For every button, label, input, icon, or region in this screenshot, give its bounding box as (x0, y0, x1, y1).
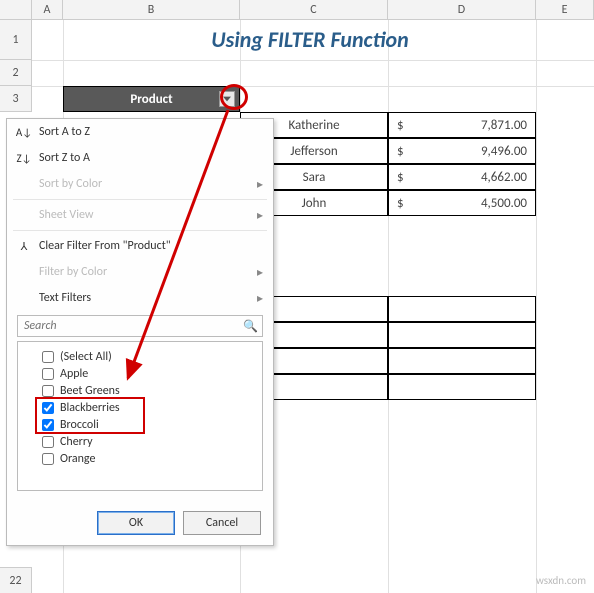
tree-label: Apple (60, 367, 88, 381)
col-header-d[interactable]: D (388, 0, 536, 20)
checkbox[interactable] (42, 453, 54, 465)
col-header-e[interactable]: E (536, 0, 594, 20)
menu-sort-za[interactable]: Z↓ Sort Z to A (7, 145, 273, 171)
tree-label: (Select All) (60, 350, 112, 364)
menu-label: Sort A to Z (39, 125, 263, 139)
col-header-b[interactable]: B (63, 0, 240, 20)
amount: 4,500.00 (481, 196, 527, 211)
menu-text-filters[interactable]: Text Filters ▸ (7, 285, 273, 311)
page-title: Using FILTER Function (150, 24, 470, 54)
result-cell[interactable] (388, 296, 536, 322)
cell-sales[interactable]: $4,500.00 (388, 190, 536, 216)
annotation-circle (220, 84, 248, 110)
row-header-22[interactable]: 22 (0, 567, 32, 593)
menu-label: Sort by Color (39, 177, 249, 191)
cell-sales[interactable]: $9,496.00 (388, 138, 536, 164)
tree-item-apple[interactable]: Apple (22, 365, 258, 382)
col-header-c[interactable]: C (240, 0, 388, 20)
currency: $ (397, 170, 404, 185)
result-cell[interactable] (388, 322, 536, 348)
ok-button[interactable]: OK (97, 511, 175, 535)
header-product: Product (63, 86, 240, 112)
chevron-right-icon: ▸ (257, 177, 263, 192)
currency: $ (397, 144, 404, 159)
filter-menu: A↓ Sort A to Z Z↓ Sort Z to A Sort by Co… (6, 118, 274, 546)
search-icon: 🔍 (243, 319, 258, 334)
chevron-right-icon: ▸ (257, 291, 263, 306)
sort-az-icon: A↓ (17, 126, 31, 139)
tree-item-cherry[interactable]: Cherry (22, 433, 258, 450)
tree-item-orange[interactable]: Orange (22, 450, 258, 467)
search-input[interactable] (22, 318, 243, 334)
menu-label: Clear Filter From "Product" (39, 239, 263, 253)
filter-item-tree[interactable]: (Select All) Apple Beet Greens Blackberr… (17, 341, 263, 491)
row-header-3[interactable]: 3 (0, 86, 32, 112)
currency: $ (397, 118, 404, 133)
row-header-2[interactable]: 2 (0, 60, 32, 86)
checkbox[interactable] (42, 368, 54, 380)
menu-label: Sheet View (39, 208, 249, 222)
menu-label: Filter by Color (39, 265, 249, 279)
tree-label: Beet Greens (60, 384, 120, 398)
checkbox[interactable] (42, 385, 54, 397)
select-all-corner[interactable] (0, 0, 32, 20)
row-header-1[interactable]: 1 (0, 20, 32, 60)
tree-item-selectall[interactable]: (Select All) (22, 348, 258, 365)
tree-label: Orange (60, 452, 95, 466)
menu-label: Text Filters (39, 291, 249, 305)
menu-label: Sort Z to A (39, 151, 263, 165)
currency: $ (397, 196, 404, 211)
cell-sales[interactable]: $7,871.00 (388, 112, 536, 138)
cell-sales[interactable]: $4,662.00 (388, 164, 536, 190)
annotation-red-box (35, 397, 145, 434)
amount: 7,871.00 (481, 118, 527, 133)
menu-clear-filter[interactable]: ⅄ Clear Filter From "Product" (7, 233, 273, 259)
watermark: wsxdn.com (536, 574, 586, 587)
result-cell[interactable] (388, 348, 536, 374)
checkbox[interactable] (42, 436, 54, 448)
menu-sort-color: Sort by Color ▸ (7, 171, 273, 197)
amount: 9,496.00 (481, 144, 527, 159)
amount: 4,662.00 (481, 170, 527, 185)
chevron-right-icon: ▸ (257, 265, 263, 280)
header-label: Product (130, 92, 172, 107)
menu-filter-color: Filter by Color ▸ (7, 259, 273, 285)
cancel-button[interactable]: Cancel (183, 511, 261, 535)
filter-search[interactable]: 🔍 (17, 315, 263, 337)
checkbox[interactable] (42, 351, 54, 363)
result-cell[interactable] (388, 374, 536, 400)
menu-sort-az[interactable]: A↓ Sort A to Z (7, 119, 273, 145)
menu-sheet-view: Sheet View ▸ (7, 202, 273, 228)
col-header-a[interactable]: A (32, 0, 63, 20)
chevron-right-icon: ▸ (257, 208, 263, 223)
clear-filter-icon: ⅄ (17, 240, 31, 253)
sort-za-icon: Z↓ (17, 152, 31, 165)
tree-label: Cherry (60, 435, 93, 449)
